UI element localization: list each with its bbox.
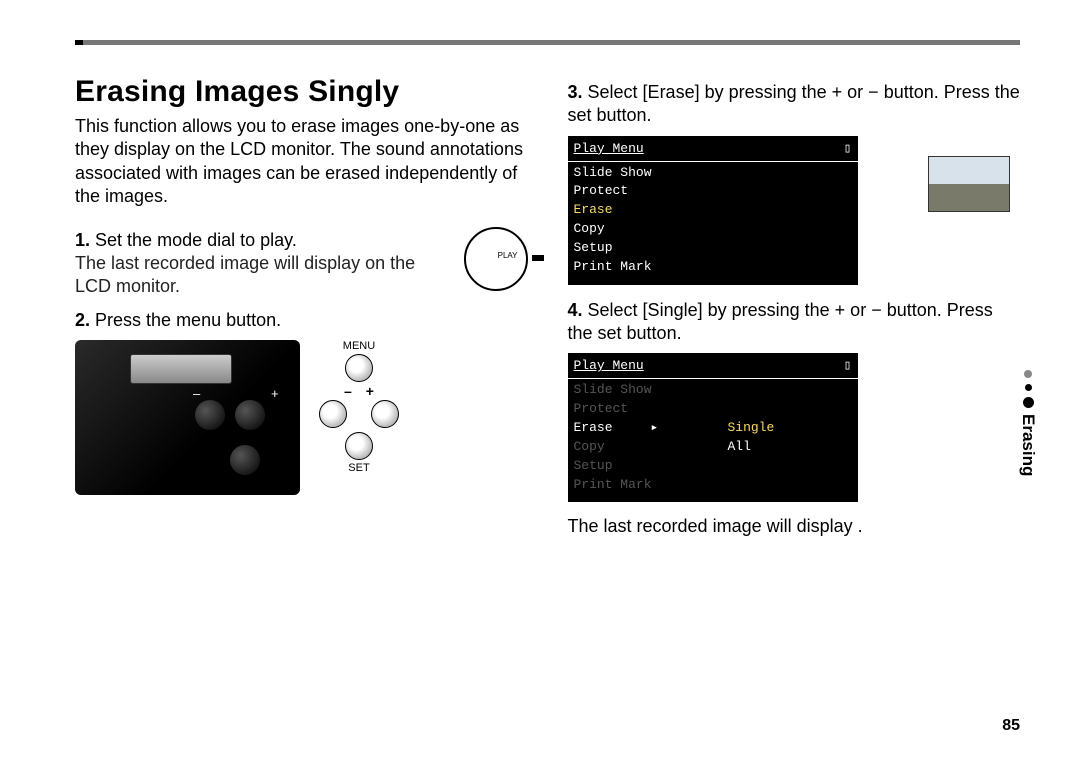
lcd2-opt-all: All [728,438,751,457]
menu-label: MENU [314,340,404,352]
camera-plus-button [235,400,265,430]
section-tab: Erasing [1018,370,1038,476]
set-button-icon [345,432,373,460]
step-3-lead: Select [Erase] by pressing the + or − bu… [568,82,1020,125]
top-rule [75,40,1020,45]
step-4-number: 4. [568,300,583,320]
tab-label: Erasing [1018,414,1038,476]
lcd2-item-2: Erase ▸ Single [568,419,858,438]
lcd-screenshot-1: Play Menu ▯ Slide Show Protect Erase Cop… [568,136,1021,285]
intro-paragraph: This function allows you to erase images… [75,115,528,209]
step-2: 2. Press the menu button. [75,309,528,332]
step-1: 1. Set the mode dial to play. The last r… [75,223,528,303]
page-number: 85 [1002,717,1020,735]
lcd1-item-1: Protect [568,182,858,201]
lcd1-item-0: Slide Show [568,164,858,183]
camera-figure: – + MENU – + SET [75,340,528,495]
step-1-lead: Set the mode dial to play. [95,230,297,250]
plus-button-icon [371,400,399,428]
camera-top-lcd [130,354,232,384]
step-1-sub: The last recorded image will display on … [75,253,415,296]
minus-button-icon [319,400,347,428]
tab-dot-small [1025,384,1032,391]
lcd2-opt-single: Single [728,419,775,438]
lcd-screenshot-2: Play Menu ▯ Slide Show Protect Erase ▸ S… [568,353,1021,502]
step-4-lead: Select [Single] by pressing the + or − b… [568,300,993,343]
step-4-after: The last recorded image will display . [568,516,1021,537]
lcd1-image-number: No.12 [956,218,992,235]
step-2-number: 2. [75,310,90,330]
battery-icon-2: ▯ [844,357,852,376]
mode-dial-icon: PLAY [464,227,528,291]
lcd1-item-5: Print Mark [568,258,858,277]
step-4: 4. Select [Single] by pressing the + or … [568,299,1021,346]
lcd2-erase-label: Erase [574,420,613,435]
manual-page: Erasing Images Singly This function allo… [0,0,1080,765]
tab-dot-grey [1024,370,1032,378]
lcd2-item-1: Protect [568,400,858,419]
diagram-minus: – [344,384,352,398]
tab-dot-large [1023,397,1034,408]
lcd2-item-0: Slide Show [568,381,858,400]
two-columns: Erasing Images Singly This function allo… [75,75,1020,537]
camera-set-button [230,445,260,475]
lcd1-item-2: Erase [568,201,858,220]
lcd1-header: Play Menu [574,140,644,159]
diagram-plus: + [366,384,374,398]
lcd2-item-4: Setup [568,457,858,476]
right-column: 3. Select [Erase] by pressing the + or −… [568,75,1021,537]
dial-pointer-icon [532,255,544,261]
lcd1-item-3: Copy [568,220,858,239]
step-3-number: 3. [568,82,583,102]
dial-play-label: PLAY [498,251,518,260]
left-column: Erasing Images Singly This function allo… [75,75,528,537]
lcd1-thumbnail [928,156,1010,212]
lcd2-item-5: Print Mark [568,476,858,495]
camera-body-illustration: – + [75,340,300,495]
lcd2-copy-label: Copy [574,439,605,454]
page-title: Erasing Images Singly [75,75,528,109]
menu-button-icon [345,354,373,382]
camera-minus-button [195,400,225,430]
minus-label: – [193,386,200,401]
lcd1-item-4: Setup [568,239,858,258]
lcd2-header: Play Menu [574,357,644,376]
step-1-number: 1. [75,230,90,250]
lcd2-item-3: Copy All [568,438,858,457]
battery-icon: ▯ [844,140,852,159]
button-diagram: MENU – + SET [314,340,404,474]
plus-label: + [271,386,279,401]
step-2-lead: Press the menu button. [95,310,281,330]
set-label: SET [314,462,404,474]
step-3: 3. Select [Erase] by pressing the + or −… [568,81,1021,128]
